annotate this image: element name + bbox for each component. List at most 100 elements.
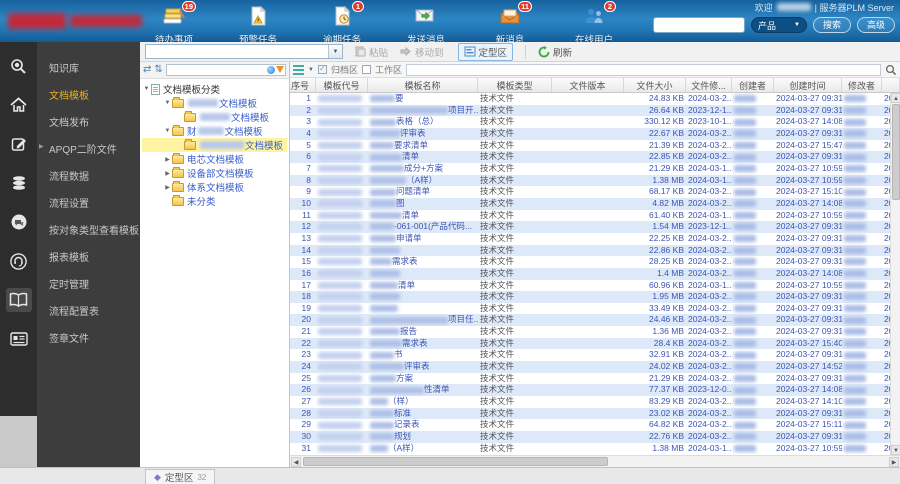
column-header-8[interactable]: 创建时间	[774, 78, 842, 92]
sidebar-item-9[interactable]: 流程配置表	[37, 297, 140, 324]
table-row[interactable]: 24 评审表 技术文件 24.02 KB 2024-03-2.. 2024-03…	[290, 361, 900, 373]
table-row[interactable]: 14 技术文件 22.86 KB 2024-03-2.. 2024-03-27 …	[290, 244, 900, 257]
sidebar-item-1[interactable]: 文档模板	[37, 81, 140, 108]
tree-node-1[interactable]: 文档模板	[142, 110, 287, 124]
filter-funnel-icon[interactable]	[276, 66, 284, 73]
table-row[interactable]: 7 成分+方案 技术文件 21.29 KB 2024-03-1.. 2024-0…	[290, 162, 900, 175]
table-row[interactable]: 18 技术文件 1.95 MB 2024-03-2.. 2024-03-27 0…	[290, 291, 900, 303]
tree-node-4[interactable]: ▶ 电芯文档模板	[142, 152, 287, 166]
sidebar-item-2[interactable]: 文档发布	[37, 108, 140, 135]
toolbar-item-overdue-task[interactable]: 1 逾期任务	[313, 1, 371, 46]
zone-button[interactable]: 定型区	[457, 42, 514, 61]
toolbar-item-new-message[interactable]: 11 新消息	[481, 1, 539, 46]
table-row[interactable]: 2 项目开.. 技术文件 26.64 KB 2023-12-1.. 2024-0…	[290, 104, 900, 117]
sidebar-item-0[interactable]: 知识库	[37, 54, 140, 81]
column-header-2[interactable]: 模板名称	[368, 78, 478, 92]
table-row[interactable]: 3 表格（总） 技术文件 330.12 KB 2023-10-1.. 2024-…	[290, 116, 900, 128]
column-header-6[interactable]: 文件修...	[686, 78, 732, 92]
table-row[interactable]: 30 规划 技术文件 22.76 KB 2024-03-2.. 2024-03-…	[290, 431, 900, 443]
scroll-down-arrow-icon[interactable]: ▼	[891, 445, 900, 455]
tree-root[interactable]: ▼ 文档模板分类	[142, 82, 287, 96]
table-row[interactable]: 15 需求表 技术文件 28.25 KB 2024-03-2.. 2024-03…	[290, 256, 900, 268]
search-category-dropdown[interactable]: 产品 ▼	[750, 17, 807, 33]
zone-tab[interactable]: ◆ 定型区 32	[145, 469, 216, 484]
scroll-left-arrow-icon[interactable]: ◀	[291, 457, 301, 467]
table-row[interactable]: 22 需求表 技术文件 28.4 KB 2024-03-2.. 2024-03-…	[290, 337, 900, 350]
tree-node-6[interactable]: ▶ 体系文档模板	[142, 180, 287, 194]
chevron-down-icon[interactable]: ▼	[308, 67, 314, 73]
vertical-scrollbar[interactable]: ▲ ▼	[890, 93, 900, 455]
refresh-button[interactable]: 刷新	[538, 45, 572, 59]
table-row[interactable]: 13 申请单 技术文件 22.25 KB 2024-03-2.. 2024-03…	[290, 232, 900, 245]
sidebar-item-6[interactable]: 按对象类型查看模板	[37, 216, 140, 243]
table-row[interactable]: 29 记录表 技术文件 64.82 KB 2024-03-2.. 2024-03…	[290, 419, 900, 432]
rail-search-icon[interactable]	[6, 54, 32, 78]
search-icon[interactable]	[885, 64, 897, 76]
expand-arrow-icon[interactable]: ▶	[163, 170, 172, 177]
column-header-9[interactable]: 修改者	[842, 78, 882, 92]
column-header-5[interactable]: 文件大小	[624, 78, 686, 92]
sidebar-item-5[interactable]: 流程设置	[37, 189, 140, 216]
tree-node-7[interactable]: 未分类	[142, 194, 287, 208]
location-combobox[interactable]: ▼	[145, 44, 343, 59]
column-header-7[interactable]: 创建者	[732, 78, 774, 92]
global-search-input[interactable]	[652, 17, 745, 33]
horizontal-scroll-thumb[interactable]	[303, 457, 608, 466]
expand-arrow-icon[interactable]: ▶	[163, 184, 172, 191]
table-row[interactable]: 19 技术文件 33.49 KB 2024-03-2.. 2024-03-27 …	[290, 302, 900, 315]
toolbar-item-online-users[interactable]: 2 在线用户	[565, 1, 623, 46]
rail-edit-icon[interactable]	[6, 132, 32, 156]
expand-arrow-icon[interactable]: ▶	[163, 156, 172, 163]
column-header-4[interactable]: 文件版本	[552, 78, 624, 92]
tree-node-2[interactable]: ▼ 财 文档模板	[142, 124, 287, 138]
table-row[interactable]: 1 要 技术文件 24.83 KB 2024-03-2.. 2024-03-27…	[290, 93, 900, 105]
rail-home-icon[interactable]	[6, 93, 32, 117]
table-row[interactable]: 5 要求清单 技术文件 21.39 KB 2024-03-2.. 2024-03…	[290, 139, 900, 152]
toolbar-item-send-message[interactable]: 发送消息	[397, 6, 455, 46]
scroll-up-arrow-icon[interactable]: ▲	[891, 93, 900, 103]
column-header-1[interactable]: 模板代号	[316, 78, 368, 92]
rail-headset-icon[interactable]	[6, 249, 32, 273]
table-row[interactable]: 25 方案 技术文件 21.29 KB 2024-03-2.. 2024-03-…	[290, 372, 900, 385]
search-dot-icon[interactable]	[267, 66, 275, 74]
table-row[interactable]: 4 评审表 技术文件 22.67 KB 2024-03-2.. 2024-03-…	[290, 127, 900, 140]
collapse-arrow-icon[interactable]: ▼	[142, 86, 151, 92]
tree-refresh-icon[interactable]: ⇄	[143, 65, 151, 75]
sidebar-item-7[interactable]: 报表模板	[37, 243, 140, 270]
sidebar-item-10[interactable]: 签章文件	[37, 324, 140, 351]
expand-arrow-icon[interactable]: ▼	[163, 128, 172, 134]
table-row[interactable]: 16 技术文件 1.4 MB 2024-03-2.. 2024-03-27 14…	[290, 267, 900, 280]
expand-arrow-icon[interactable]: ▼	[163, 100, 172, 106]
column-header-10[interactable]	[882, 78, 900, 92]
vertical-scroll-thumb[interactable]	[892, 104, 900, 200]
tree-filter-input[interactable]	[165, 64, 286, 76]
table-row[interactable]: 27 （样） 技术文件 83.29 KB 2024-03-2.. 2024-03…	[290, 396, 900, 408]
rail-database-icon[interactable]	[6, 171, 32, 195]
table-row[interactable]: 20 项目任.. 技术文件 24.46 KB 2024-03-2.. 2024-…	[290, 314, 900, 327]
toolbar-item-warning-task[interactable]: 预警任务	[229, 5, 287, 46]
table-row[interactable]: 10 图 技术文件 4.82 MB 2024-03-2.. 2024-03-27…	[290, 197, 900, 210]
rail-messages-icon[interactable]	[6, 210, 32, 234]
table-row[interactable]: 31 （A样） 技术文件 1.38 MB 2024-03-1.. 2024-03…	[290, 442, 900, 455]
move-to-button[interactable]: 移动到	[400, 45, 444, 59]
paste-button[interactable]: 粘贴	[355, 45, 388, 59]
rail-license-icon[interactable]	[6, 327, 32, 351]
sidebar-item-4[interactable]: 流程数据	[37, 162, 140, 189]
tree-collapse-icon[interactable]: ⇅	[154, 65, 162, 75]
horizontal-scrollbar[interactable]: ◀ ▶	[290, 455, 900, 467]
table-row[interactable]: 23 书 技术文件 32.91 KB 2024-03-2.. 2024-03-2…	[290, 349, 900, 362]
table-row[interactable]: 28 标准 技术文件 23.02 KB 2024-03-2.. 2024-03-…	[290, 407, 900, 420]
table-row[interactable]: 11 清单 技术文件 61.40 KB 2024-03-1.. 2024-03-…	[290, 209, 900, 222]
toolbar-item-todo[interactable]: 19 待办事项	[145, 1, 203, 46]
table-row[interactable]: 21 报告 技术文件 1.36 MB 2024-03-2.. 2024-03-2…	[290, 326, 900, 338]
scroll-right-arrow-icon[interactable]: ▶	[889, 457, 899, 467]
table-row[interactable]: 8 （A样） 技术文件 1.38 MB 2024-03-1.. 2024-03-…	[290, 174, 900, 187]
workspace-checkbox[interactable]	[361, 65, 371, 74]
table-row[interactable]: 9 问题清单 技术文件 68.17 KB 2024-03-2.. 2024-03…	[290, 186, 900, 198]
table-search-input[interactable]	[405, 63, 881, 76]
sidebar-item-3[interactable]: ▶ APQP二阶文件	[37, 135, 140, 162]
table-row[interactable]: 26 性清单 技术文件 77.37 KB 2023-12-0.. 2024-03…	[290, 384, 900, 397]
tree-node-0[interactable]: ▼ 文档模板	[142, 96, 287, 110]
table-row[interactable]: 12 -061-001(产品代码... 技术文件 1.54 MB 2023-12…	[290, 221, 900, 233]
column-header-0[interactable]: 序号	[290, 78, 316, 92]
